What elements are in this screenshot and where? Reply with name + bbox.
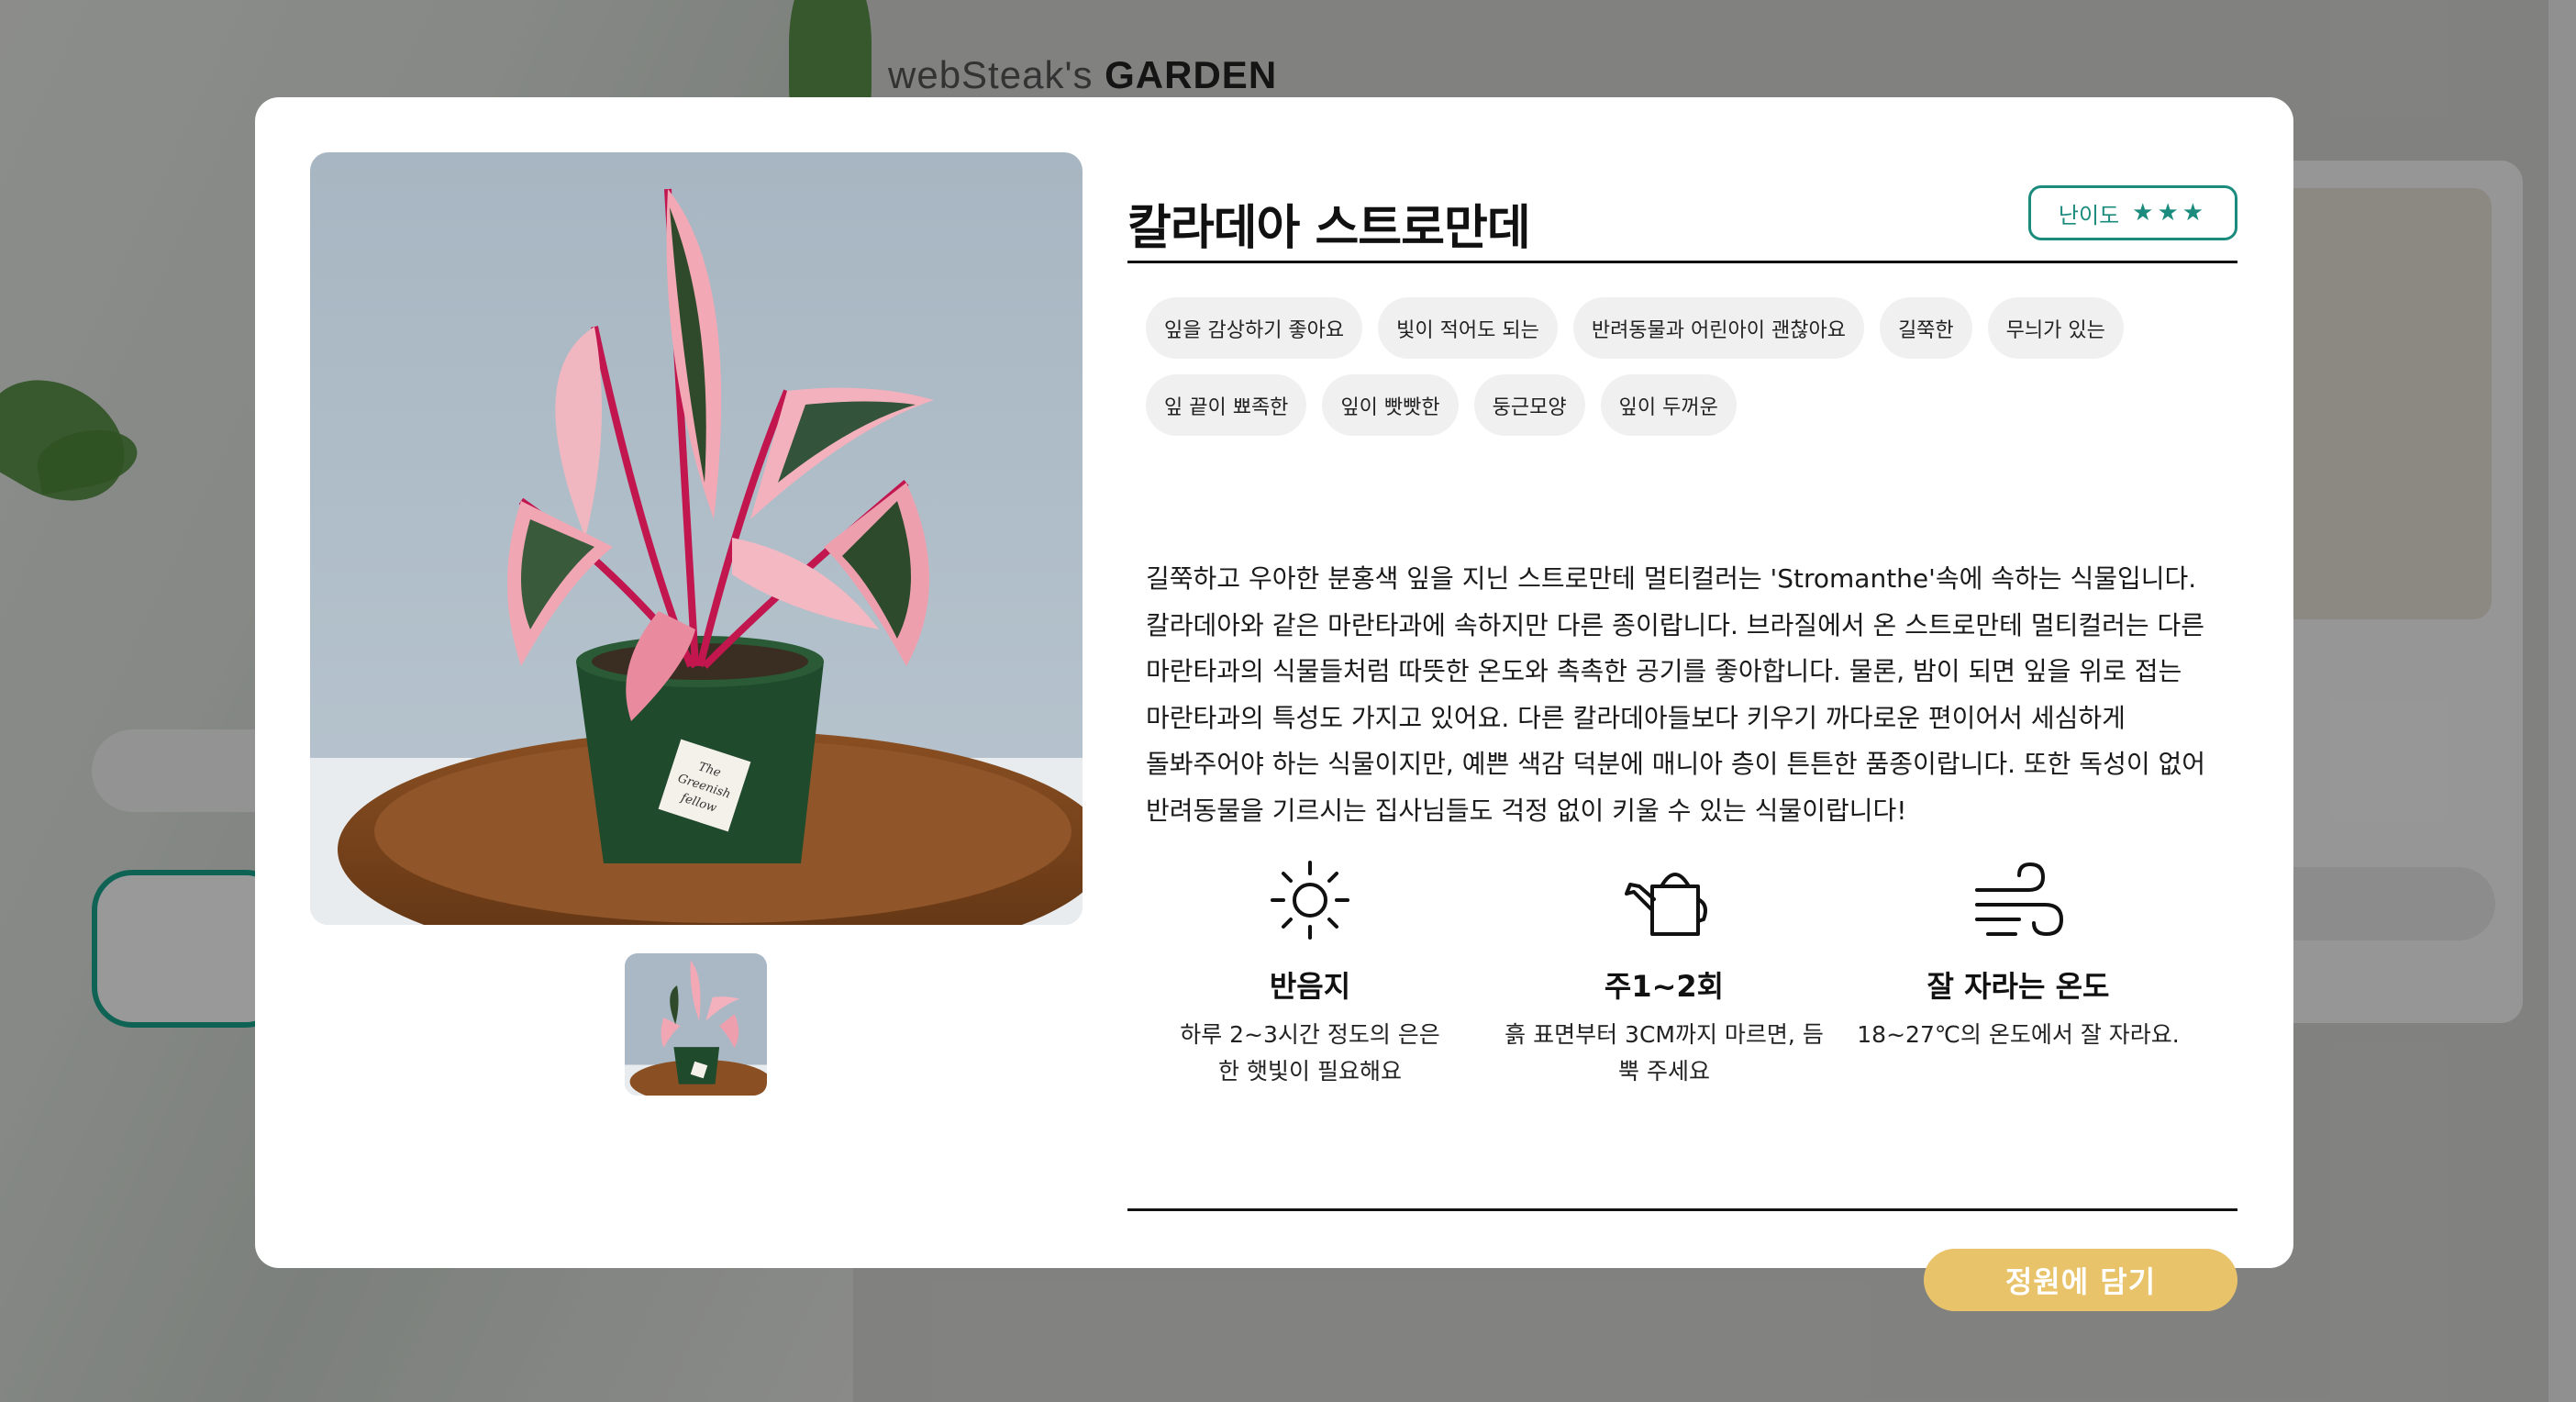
care-title-water: 주1~2회 — [1604, 969, 1725, 1004]
care-item-temperature: 잘 자라는 온도 18~27℃의 온도에서 잘 자라요. — [1841, 850, 2195, 1090]
care-item-light: 반음지 하루 2~3시간 정도의 은은한 햇빛이 필요해요 — [1133, 850, 1487, 1090]
tag-chip[interactable]: 무늬가 있는 — [1987, 297, 2124, 359]
plant-detail-modal: The Greenish fellow 칼라데아 스트로만데 난이도 ★★★ 잎… — [255, 97, 2293, 1311]
plant-description: 길쭉하고 우아한 분홍색 잎을 지닌 스트로만테 멀티컬러는 'Stromant… — [1146, 563, 2206, 826]
difficulty-label: 난이도 — [2058, 202, 2120, 228]
tag-chip[interactable]: 둥근모양 — [1473, 374, 1585, 436]
care-title-temperature: 잘 자라는 온도 — [1926, 969, 2110, 1004]
care-text-water: 흙 표면부터 3CM까지 마르면, 듬뿍 주세요 — [1505, 1021, 1824, 1085]
tag-chip[interactable]: 잎이 두꺼운 — [1600, 374, 1737, 436]
care-title-light: 반음지 — [1269, 969, 1351, 1004]
tag-chip[interactable]: 길쭉한 — [1879, 297, 1972, 359]
bottom-divider — [1127, 1208, 2237, 1211]
plant-thumbnail-image — [625, 953, 767, 1096]
difficulty-badge: 난이도 ★★★ — [2028, 185, 2237, 240]
tag-chip[interactable]: 잎이 빳빳한 — [1322, 374, 1459, 436]
tag-chip[interactable]: 반려동물과 어린아이 괜찮아요 — [1572, 297, 1864, 359]
wind-icon — [1975, 862, 2064, 937]
sun-icon — [1271, 861, 1349, 940]
tag-chip[interactable]: 잎을 감상하기 좋아요 — [1146, 297, 1363, 359]
title-divider — [1127, 261, 2237, 263]
plant-thumbnail[interactable] — [625, 953, 767, 1096]
care-text-temperature: 18~27℃의 온도에서 잘 자라요. — [1857, 1021, 2180, 1048]
tag-chip[interactable]: 빛이 적어도 되는 — [1378, 297, 1558, 359]
care-info: 반음지 하루 2~3시간 정도의 은은한 햇빛이 필요해요 주1~2회 흙 표면… — [1127, 850, 2237, 1090]
care-item-water: 주1~2회 흙 표면부터 3CM까지 마르면, 듬뿍 주세요 — [1487, 850, 1841, 1090]
tag-list: 잎을 감상하기 좋아요 빛이 적어도 되는 반려동물과 어린아이 괜찮아요 길쭉… — [1146, 297, 2228, 436]
tag-chip[interactable]: 잎 끝이 뾰족한 — [1146, 374, 1307, 436]
plant-title: 칼라데아 스트로만데 — [1127, 201, 1531, 256]
plant-main-photo: The Greenish fellow — [310, 152, 1083, 925]
care-text-light: 하루 2~3시간 정도의 은은한 햇빛이 필요해요 — [1180, 1021, 1440, 1085]
difficulty-stars: ★★★ — [2132, 199, 2208, 227]
watering-can-icon — [1625, 873, 1707, 936]
add-to-garden-button[interactable]: 정원에 담기 — [1924, 1249, 2237, 1311]
plant-photo-image: The Greenish fellow — [310, 152, 1083, 925]
